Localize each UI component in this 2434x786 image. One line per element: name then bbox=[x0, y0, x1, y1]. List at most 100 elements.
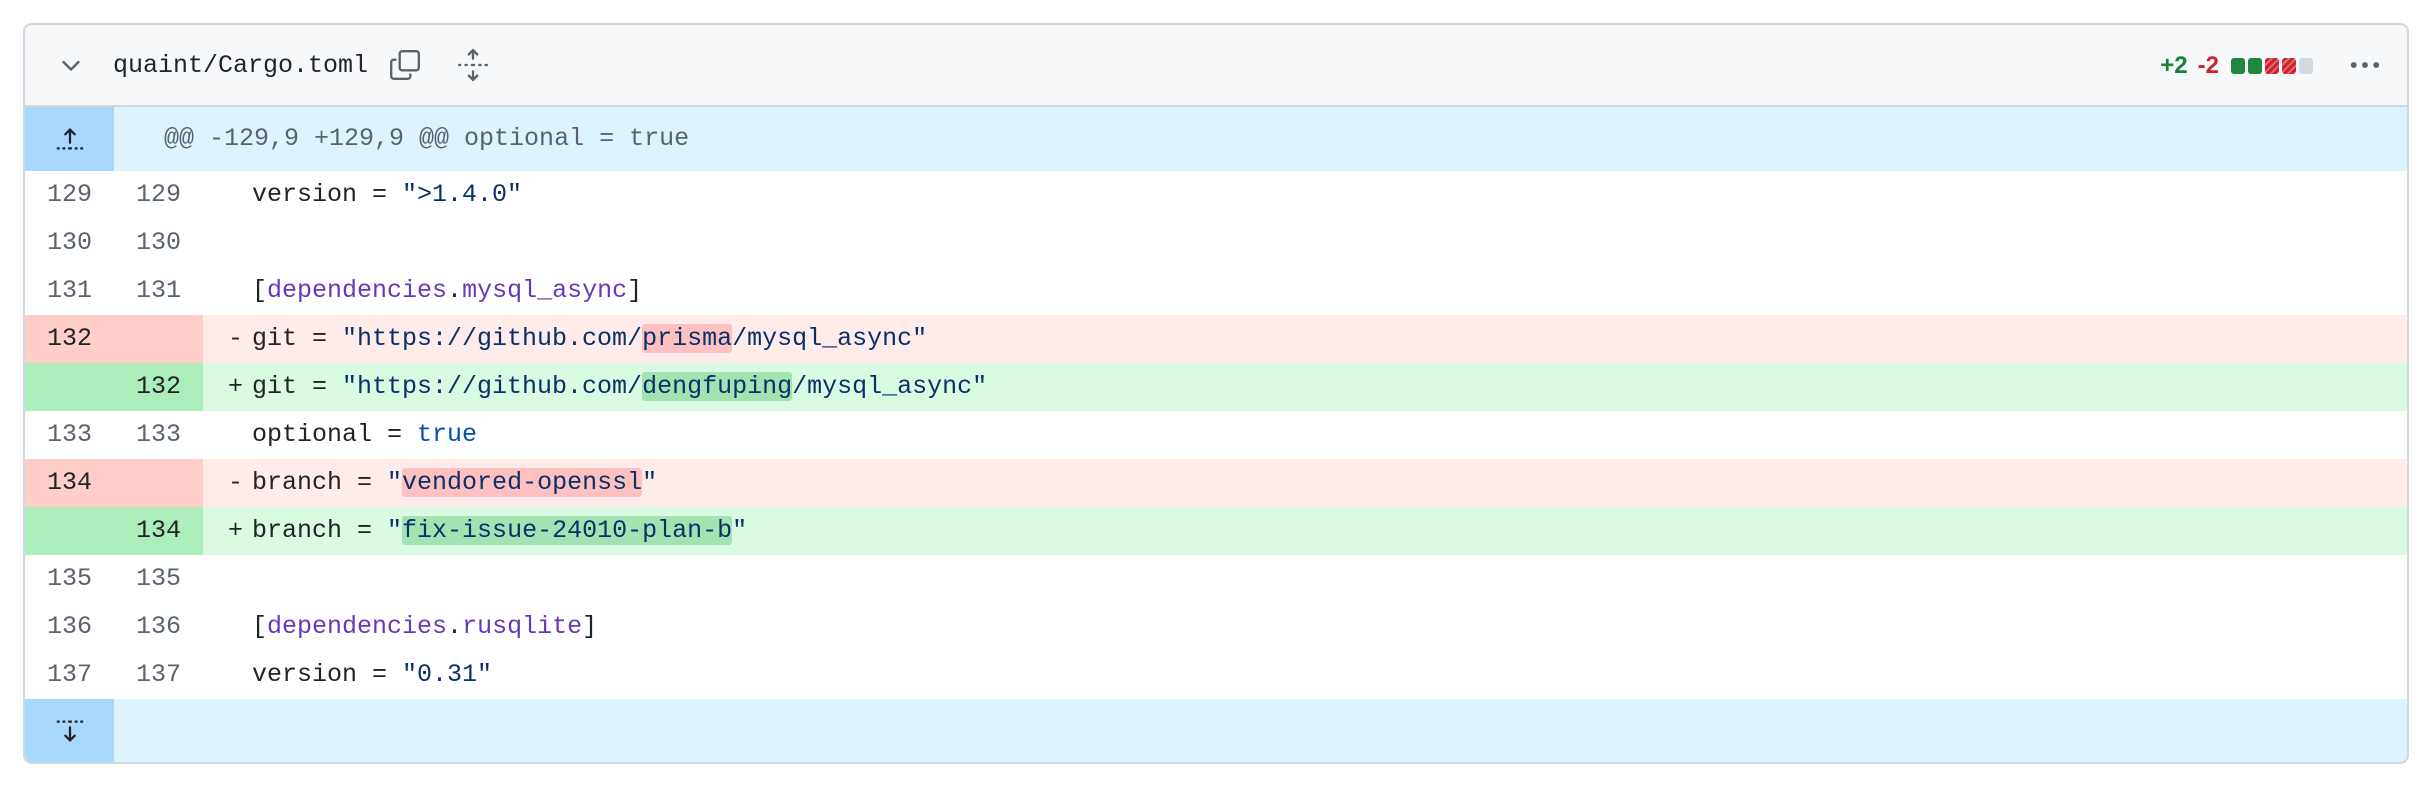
diffstat-blocks bbox=[2231, 58, 2313, 74]
collapse-chevron-icon[interactable] bbox=[53, 47, 89, 83]
new-line-number[interactable]: 130 bbox=[114, 219, 203, 267]
hunk-header-text: @@ -129,9 +129,9 @@ optional = true bbox=[164, 124, 690, 153]
old-line-number[interactable]: 135 bbox=[25, 555, 114, 603]
addition-marker: + bbox=[227, 372, 243, 401]
new-line-number[interactable]: 131 bbox=[114, 267, 203, 315]
code-text: + branch = "fix-issue-24010-plan-b" bbox=[203, 507, 2407, 555]
diffstat-block-red bbox=[2265, 58, 2279, 74]
old-line-number[interactable]: 133 bbox=[25, 411, 114, 459]
code-text: - branch = "vendored-openssl" bbox=[203, 459, 2407, 507]
additions-count: +2 bbox=[2160, 52, 2188, 79]
new-line-number[interactable]: 134 bbox=[114, 507, 203, 555]
code-token: git = bbox=[252, 324, 343, 353]
deletion-marker: - bbox=[227, 324, 243, 353]
code-token: rusqlite bbox=[462, 612, 583, 641]
code-text: version = ">1.4.0" bbox=[203, 171, 2407, 219]
old-line-number[interactable]: 131 bbox=[25, 267, 114, 315]
deletion-marker: - bbox=[227, 468, 243, 497]
diff-line: 131 131 [dependencies.mysql_async] bbox=[25, 267, 2407, 315]
old-line-number[interactable]: 130 bbox=[25, 219, 114, 267]
expand-all-icon[interactable] bbox=[453, 45, 493, 85]
code-text: version = "0.31" bbox=[203, 651, 2407, 699]
diff-line: 137 137 version = "0.31" bbox=[25, 651, 2407, 699]
code-token: . bbox=[447, 612, 463, 641]
new-line-number[interactable]: 133 bbox=[114, 411, 203, 459]
new-line-number[interactable]: 136 bbox=[114, 603, 203, 651]
new-line-number[interactable] bbox=[114, 459, 203, 507]
diff-line: 129 129 version = ">1.4.0" bbox=[25, 171, 2407, 219]
file-name-link[interactable]: quaint/Cargo.toml bbox=[113, 25, 368, 107]
code-token: " bbox=[387, 516, 403, 545]
changed-token: fix-issue-24010-plan-b bbox=[402, 516, 733, 545]
hunk-header: @@ -129,9 +129,9 @@ optional = true bbox=[25, 107, 2407, 171]
code-token: . bbox=[447, 276, 463, 305]
code-token: "0.31" bbox=[402, 660, 493, 689]
more-options-icon[interactable] bbox=[2341, 45, 2389, 85]
old-line-number[interactable]: 129 bbox=[25, 171, 114, 219]
code-token: "https://github.com/ bbox=[342, 324, 643, 353]
changed-token: dengfuping bbox=[642, 372, 793, 401]
diffstat-block-red bbox=[2282, 58, 2296, 74]
code-text: - git = "https://github.com/prisma/mysql_… bbox=[203, 315, 2407, 363]
diff-line: 132 - git = "https://github.com/prisma/mys… bbox=[25, 315, 2407, 363]
code-token: version = bbox=[252, 660, 403, 689]
old-line-number[interactable]: 136 bbox=[25, 603, 114, 651]
new-line-number[interactable]: 129 bbox=[114, 171, 203, 219]
code-token: "https://github.com/ bbox=[342, 372, 643, 401]
expand-up-icon[interactable] bbox=[25, 107, 114, 171]
code-token: branch = bbox=[252, 516, 388, 545]
deletions-count: -2 bbox=[2197, 52, 2219, 79]
new-line-number[interactable]: 135 bbox=[114, 555, 203, 603]
code-token: dependencies bbox=[267, 612, 448, 641]
new-line-number[interactable]: 137 bbox=[114, 651, 203, 699]
diff-lines: 129 129 version = ">1.4.0" 130 130 131 131 [dep… bbox=[25, 171, 2407, 699]
code-token: " bbox=[642, 468, 658, 497]
diff-file: quaint/Cargo.toml +2 -2 @@ -129,9 +129,9… bbox=[23, 23, 2409, 764]
code-token: ">1.4.0" bbox=[402, 180, 523, 209]
diffstat-block-green bbox=[2248, 58, 2262, 74]
changed-token: vendored-openssl bbox=[402, 468, 643, 497]
new-line-number[interactable]: 132 bbox=[114, 363, 203, 411]
code-token: mysql_async bbox=[462, 276, 628, 305]
diff-line: 132 + git = "https://github.com/dengfuping… bbox=[25, 363, 2407, 411]
code-token: version = bbox=[252, 180, 403, 209]
diffstat-block-gray bbox=[2299, 58, 2313, 74]
code-token: git = bbox=[252, 372, 343, 401]
diff-line: 133 133 optional = true bbox=[25, 411, 2407, 459]
code-text: optional = true bbox=[203, 411, 2407, 459]
old-line-number[interactable] bbox=[25, 363, 114, 411]
code-token: /mysql_async" bbox=[792, 372, 988, 401]
code-token: ] bbox=[582, 612, 598, 641]
old-line-number[interactable]: 132 bbox=[25, 315, 114, 363]
code-token: /mysql_async" bbox=[732, 324, 928, 353]
file-header: quaint/Cargo.toml +2 -2 bbox=[25, 25, 2407, 107]
diff-line: 134 - branch = "vendored-openssl" bbox=[25, 459, 2407, 507]
hunk-footer bbox=[25, 699, 2407, 762]
new-line-number[interactable] bbox=[114, 315, 203, 363]
code-text: [dependencies.mysql_async] bbox=[203, 267, 2407, 315]
code-token: ] bbox=[627, 276, 643, 305]
old-line-number[interactable]: 134 bbox=[25, 459, 114, 507]
diff-line: 134 + branch = "fix-issue-24010-plan-b" bbox=[25, 507, 2407, 555]
diffstat-block-green bbox=[2231, 58, 2245, 74]
old-line-number[interactable]: 137 bbox=[25, 651, 114, 699]
diff-stats: +2 -2 bbox=[2160, 25, 2313, 107]
addition-marker: + bbox=[227, 516, 243, 545]
code-token: " bbox=[732, 516, 748, 545]
copy-path-icon[interactable] bbox=[385, 45, 425, 85]
changed-token: prisma bbox=[642, 324, 733, 353]
code-token: optional = bbox=[252, 420, 418, 449]
code-token: [ bbox=[252, 612, 268, 641]
code-token: dependencies bbox=[267, 276, 448, 305]
code-token: branch = bbox=[252, 468, 388, 497]
code-text: + git = "https://github.com/dengfuping/my… bbox=[203, 363, 2407, 411]
code-text: [dependencies.rusqlite] bbox=[203, 603, 2407, 651]
diff-line: 136 136 [dependencies.rusqlite] bbox=[25, 603, 2407, 651]
code-token: " bbox=[387, 468, 403, 497]
code-token: [ bbox=[252, 276, 268, 305]
expand-down-icon[interactable] bbox=[25, 699, 114, 762]
code-token: true bbox=[417, 420, 478, 449]
old-line-number[interactable] bbox=[25, 507, 114, 555]
